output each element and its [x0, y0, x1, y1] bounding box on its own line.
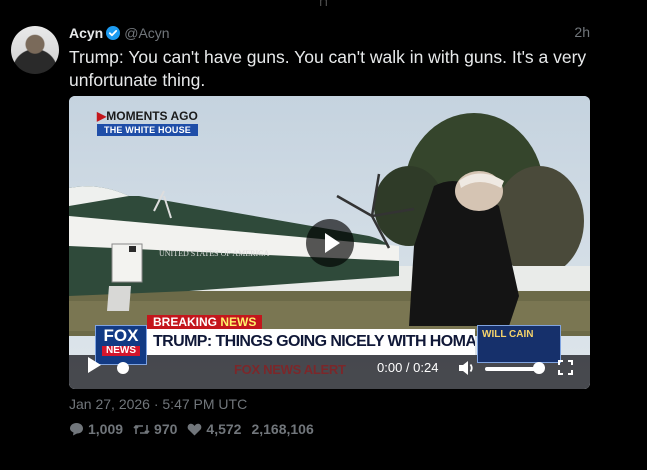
posted-at[interactable]: Jan 27, 2026 · 5:47 PM UTC: [69, 396, 247, 412]
retweet-stat[interactable]: 970: [133, 421, 177, 437]
views-count: 2,168,106: [251, 421, 314, 437]
views-stat[interactable]: 2,168,106: [251, 421, 313, 437]
tweet: Acyn @Acyn 2h Trump: You can't have guns…: [69, 24, 590, 92]
progress-scrubber[interactable]: [117, 362, 129, 374]
author-handle[interactable]: @Acyn: [124, 25, 169, 41]
video-player[interactable]: UNITED STATES OF AMERICA ▶MOMENTS AGO TH…: [69, 96, 590, 389]
like-icon: [188, 423, 202, 435]
time-readout: 0:00 / 0:24: [377, 360, 439, 375]
play-overlay-button[interactable]: [306, 219, 354, 267]
video-bug: ▶MOMENTS AGO THE WHITE HOUSE: [97, 109, 199, 136]
volume-icon[interactable]: [458, 360, 476, 376]
verified-badge-icon: [106, 26, 121, 40]
avatar[interactable]: [11, 26, 59, 74]
reply-icon: [70, 423, 83, 436]
volume-knob[interactable]: [533, 362, 545, 374]
top-cutoff-glyph: [ ]: [319, 0, 328, 6]
breaking-word: BREAKING: [153, 315, 218, 329]
tweet-text: Trump: You can't have guns. You can't wa…: [69, 47, 587, 90]
retweet-count: 970: [154, 421, 178, 437]
reply-count: 1,009: [88, 421, 124, 437]
logo-top: FOX: [103, 326, 139, 345]
news-word: NEWS: [220, 315, 257, 329]
tweet-stats: 1,009 970 4,572 2,168,106: [69, 421, 324, 437]
bug-moments-ago: MOMENTS AGO: [106, 109, 198, 123]
like-count: 4,572: [206, 421, 242, 437]
timestamp-relative[interactable]: 2h: [574, 24, 590, 40]
tweet-header: Acyn @Acyn: [69, 24, 590, 42]
retweet-icon: [133, 424, 150, 434]
bug-location: THE WHITE HOUSE: [97, 124, 199, 136]
video-controls: 0:00 / 0:24: [69, 345, 590, 389]
helicopter-marking: UNITED STATES OF AMERICA: [159, 249, 269, 258]
breaking-news-label: BREAKING NEWS: [147, 315, 263, 329]
fullscreen-icon[interactable]: [558, 360, 573, 375]
play-icon[interactable]: [88, 357, 101, 373]
like-stat[interactable]: 4,572: [187, 421, 241, 437]
author-name[interactable]: Acyn: [69, 25, 103, 41]
volume-slider[interactable]: [485, 367, 540, 371]
reply-stat[interactable]: 1,009: [69, 421, 123, 437]
